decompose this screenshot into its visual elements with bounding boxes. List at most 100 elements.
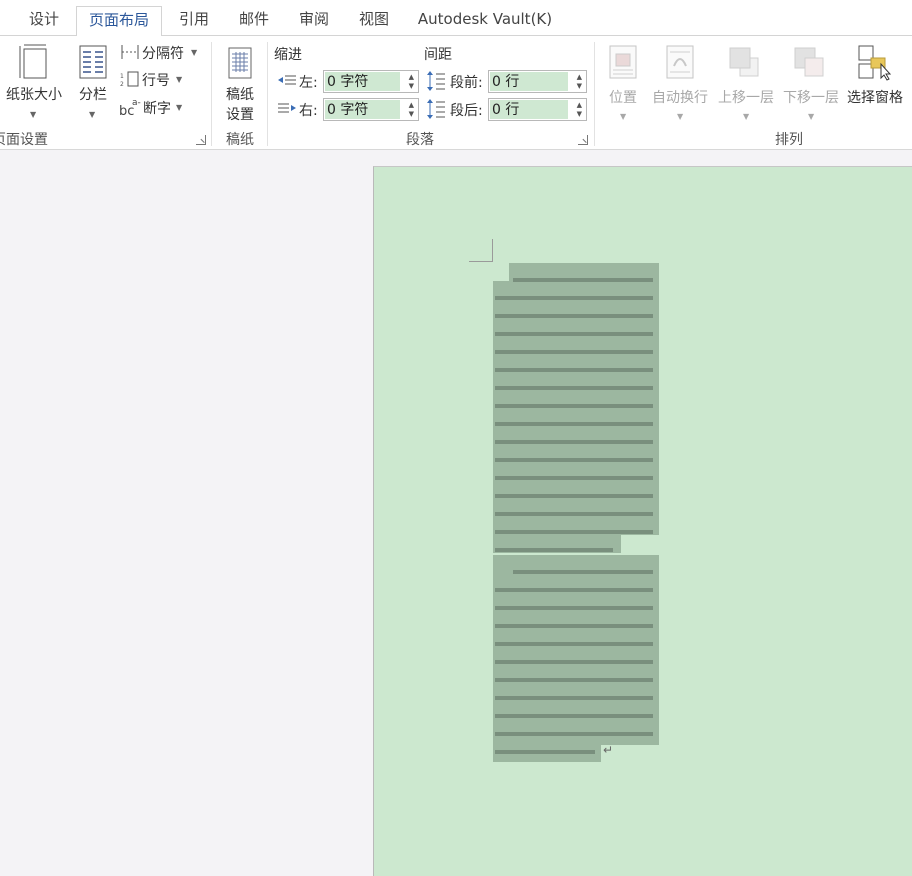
indent-right-input[interactable]: 0 字符 ▲ ▼ <box>323 98 419 121</box>
paragraph-1-selection[interactable] <box>493 263 663 555</box>
spin-up-icon[interactable]: ▲ <box>577 101 582 109</box>
send-backward-label: 下移一层 <box>783 90 839 106</box>
text-line <box>495 339 661 354</box>
text-line <box>495 595 661 610</box>
text-line <box>495 559 661 574</box>
selection-pane-button[interactable]: 选择窗格 <box>843 40 907 124</box>
spacing-after-input[interactable]: 0 行 ▲ ▼ <box>488 98 587 121</box>
paper-size-icon <box>19 44 47 79</box>
ribbon: 纸张大小 ▼ 分栏 ▼ 分隔符 ▼ 12 行号 ▼ bc a- 断字 ▼ 面设置… <box>0 36 912 150</box>
manuscript-label-line2: 设置 <box>226 107 254 123</box>
wrap-text-icon <box>666 45 694 79</box>
text-line <box>495 321 661 336</box>
spacing-after-label: 段后: <box>450 103 483 119</box>
spin-down-icon[interactable]: ▼ <box>409 110 414 118</box>
bring-forward-button[interactable]: 上移一层 ▼ <box>714 40 778 124</box>
selection-pane-label: 选择窗格 <box>847 90 903 106</box>
position-label: 位置 <box>609 90 637 106</box>
columns-icon <box>79 45 107 79</box>
text-line <box>495 357 661 372</box>
text-line <box>495 483 661 498</box>
indent-left-value: 0 字符 <box>325 72 400 91</box>
line-numbers-button[interactable]: 12 行号 ▼ <box>118 69 188 89</box>
tab-mailings[interactable]: 邮件 <box>228 0 280 36</box>
text-line <box>495 411 661 426</box>
text-line <box>495 577 661 592</box>
page-setup-group-label: 页面设置 <box>0 132 48 148</box>
spin-up-icon[interactable]: ▲ <box>577 73 582 81</box>
spacing-before-input[interactable]: 0 行 ▲ ▼ <box>488 70 587 93</box>
chevron-down-icon: ▼ <box>743 112 750 121</box>
text-line <box>495 537 661 552</box>
text-line <box>495 447 661 462</box>
paragraph-group-label: 段落 <box>406 132 434 148</box>
spacing-before-icon <box>427 71 445 91</box>
text-line <box>495 631 661 646</box>
chevron-down-icon: ▼ <box>620 112 627 121</box>
hyphenation-icon: bc a- <box>119 98 141 118</box>
svg-text:2: 2 <box>120 81 124 88</box>
page-setup-dialog-launcher[interactable] <box>196 135 206 145</box>
text-line <box>495 685 661 700</box>
text-line <box>495 429 661 444</box>
chevron-down-icon: ▼ <box>176 103 183 112</box>
line-numbers-label: 行号 <box>142 73 170 89</box>
text-line <box>495 739 661 754</box>
spin-up-icon[interactable]: ▲ <box>409 101 414 109</box>
columns-button[interactable]: 分栏 ▼ <box>72 40 114 120</box>
document-page[interactable]: ↵ <box>373 166 912 876</box>
selection-pane-icon <box>858 45 892 81</box>
hyphenation-button[interactable]: bc a- 断字 ▼ <box>118 96 190 118</box>
indent-right-label: 右: <box>299 103 318 119</box>
send-backward-button[interactable]: 下移一层 ▼ <box>779 40 843 124</box>
svg-text:a-: a- <box>132 98 141 108</box>
spacing-header: 间距 <box>424 47 452 63</box>
manuscript-setup-button[interactable]: 稿纸 设置 <box>218 40 262 124</box>
chevron-down-icon: ▼ <box>176 75 183 84</box>
chevron-down-icon: ▼ <box>30 110 37 119</box>
tab-autodesk-vault[interactable]: Autodesk Vault(K) <box>412 0 558 36</box>
text-line <box>495 303 661 318</box>
indent-right-icon <box>278 103 296 113</box>
chevron-down-icon: ▼ <box>677 112 684 121</box>
breaks-icon <box>121 45 139 59</box>
chevron-down-icon: ▼ <box>191 48 198 57</box>
indent-left-label: 左: <box>299 75 318 91</box>
manuscript-grid-icon <box>228 47 252 79</box>
bring-forward-label: 上移一层 <box>718 90 774 106</box>
text-line <box>495 465 661 480</box>
paper-size-button[interactable]: 纸张大小 ▼ <box>0 40 68 120</box>
text-line <box>495 613 661 628</box>
position-button[interactable]: 位置 ▼ <box>603 40 643 124</box>
spin-down-icon[interactable]: ▼ <box>577 110 582 118</box>
ribbon-tabs: 设计 页面布局 引用 邮件 审阅 视图 Autodesk Vault(K) <box>0 0 912 37</box>
send-backward-icon <box>794 47 824 77</box>
wrap-text-button[interactable]: 自动换行 ▼ <box>648 40 712 124</box>
paper-size-label: 纸张大小 <box>6 87 62 103</box>
bring-forward-icon <box>729 47 759 77</box>
indent-right-value: 0 字符 <box>325 100 400 119</box>
tab-view[interactable]: 视图 <box>348 0 400 36</box>
paragraph-dialog-launcher[interactable] <box>578 135 588 145</box>
text-line <box>495 721 661 736</box>
wrap-text-label: 自动换行 <box>652 90 708 106</box>
paragraph-2-selection[interactable]: ↵ <box>493 555 663 763</box>
svg-text:1: 1 <box>120 73 124 80</box>
tab-review[interactable]: 审阅 <box>288 0 340 36</box>
tab-design[interactable]: 设计 <box>20 0 68 36</box>
spin-up-icon[interactable]: ▲ <box>409 73 414 81</box>
group-divider <box>594 42 595 146</box>
text-line <box>495 649 661 664</box>
tab-references[interactable]: 引用 <box>168 0 220 36</box>
indent-left-icon <box>278 75 296 85</box>
spacing-before-label: 段前: <box>450 75 483 91</box>
columns-label: 分栏 <box>79 87 107 103</box>
spin-down-icon[interactable]: ▼ <box>577 82 582 90</box>
spacing-after-icon <box>427 99 445 119</box>
tab-page-layout[interactable]: 页面布局 <box>76 6 162 37</box>
indent-left-input[interactable]: 0 字符 ▲ ▼ <box>323 70 419 93</box>
group-divider <box>267 42 268 146</box>
text-line <box>495 519 661 534</box>
breaks-button[interactable]: 分隔符 ▼ <box>118 42 202 62</box>
spin-down-icon[interactable]: ▼ <box>409 82 414 90</box>
